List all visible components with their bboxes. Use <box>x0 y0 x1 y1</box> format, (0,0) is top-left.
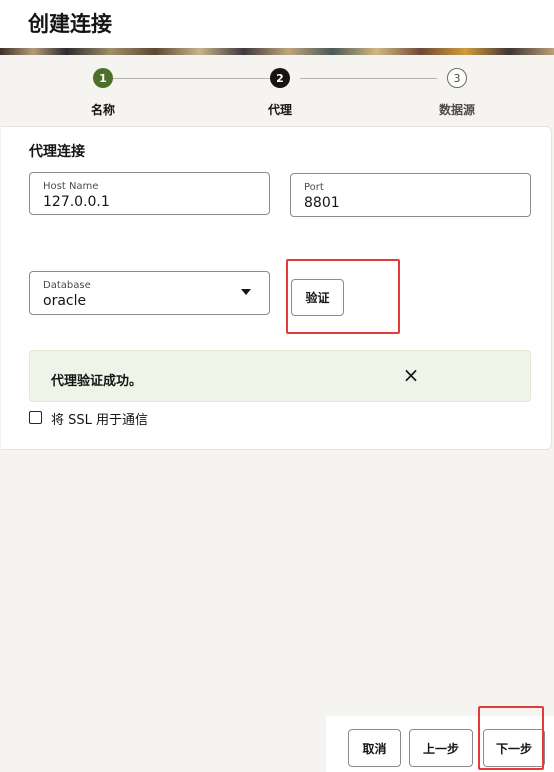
step-2-label: 代理 <box>267 103 293 117</box>
step-connector-2-3 <box>300 78 437 79</box>
step-3-circle: 3 <box>447 68 467 88</box>
step-1-circle: 1 <box>93 68 113 88</box>
port-value: 8801 <box>304 195 340 211</box>
previous-button[interactable]: 上一步 <box>409 729 473 767</box>
step-3-number: 3 <box>453 71 461 85</box>
database-label: Database <box>43 280 91 291</box>
cancel-button[interactable]: 取消 <box>348 729 401 767</box>
port-field[interactable]: Port 8801 <box>290 173 531 217</box>
ssl-checkbox[interactable] <box>29 411 42 424</box>
step-connector-1-2 <box>113 78 270 79</box>
port-label: Port <box>304 182 324 193</box>
alert-message: 代理验证成功。 <box>51 374 143 389</box>
step-1-label: 名称 <box>90 103 116 117</box>
database-select[interactable]: Database oracle <box>29 271 270 315</box>
success-alert: 代理验证成功。 × <box>29 350 531 402</box>
ssl-checkbox-label: 将 SSL 用于通信 <box>51 413 149 428</box>
close-icon[interactable]: × <box>401 365 421 385</box>
next-button[interactable]: 下一步 <box>483 729 545 767</box>
host-name-value: 127.0.0.1 <box>43 194 110 210</box>
host-name-field[interactable]: Host Name 127.0.0.1 <box>29 172 270 215</box>
proxy-section-title: 代理连接 <box>29 144 85 160</box>
step-2-circle: 2 <box>270 68 290 88</box>
step-1-number: 1 <box>99 71 107 85</box>
database-value: oracle <box>43 293 87 309</box>
host-name-label: Host Name <box>43 181 99 192</box>
chevron-down-icon[interactable] <box>241 289 251 295</box>
decorative-banner <box>0 48 554 55</box>
step-3-label: 数据源 <box>438 103 476 117</box>
step-2-number: 2 <box>276 71 284 85</box>
verify-button[interactable]: 验证 <box>291 279 344 316</box>
page-header: 创建连接 <box>0 0 554 48</box>
page-title: 创建连接 <box>28 12 112 36</box>
